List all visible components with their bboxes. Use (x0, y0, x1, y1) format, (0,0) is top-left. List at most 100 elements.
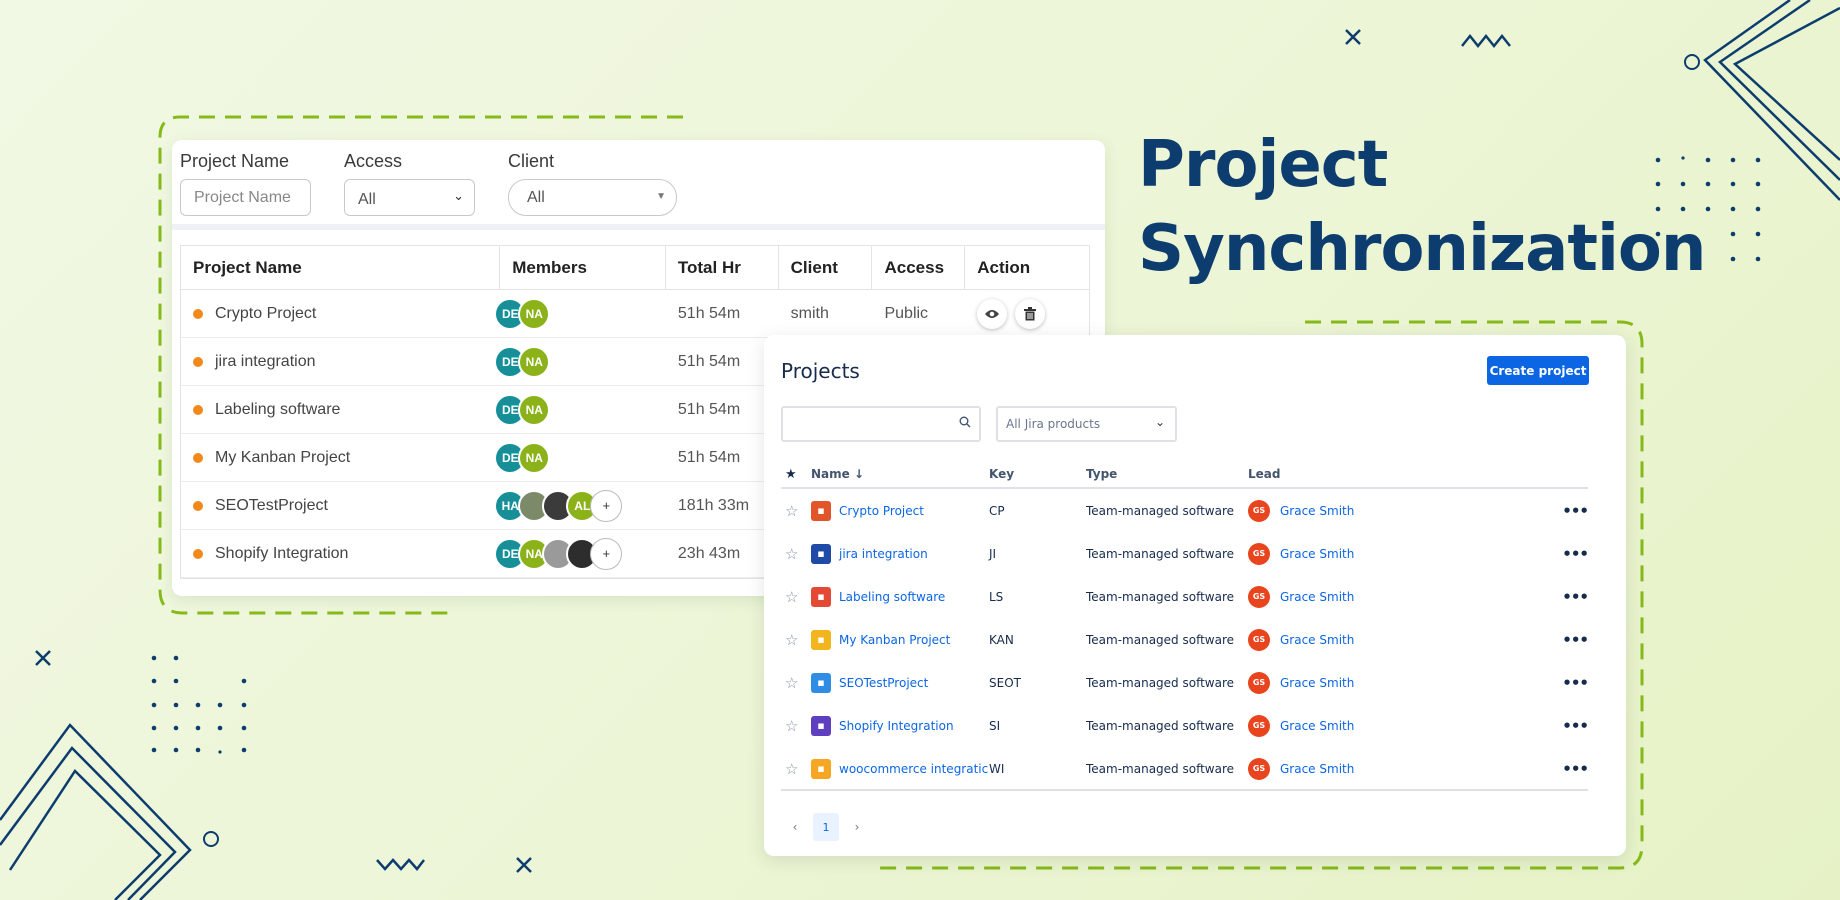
col-action: Action (977, 257, 1031, 277)
jira-project-key: KAN (989, 632, 1014, 647)
jira-project-link[interactable]: Crypto Project (839, 504, 924, 518)
more-actions-icon[interactable]: ••• (1548, 674, 1589, 692)
circle-deco-bottom (203, 831, 219, 847)
jira-project-type: Team-managed software (1086, 632, 1235, 647)
star-icon[interactable]: ☆ (781, 760, 811, 778)
lead-avatar: GS (1248, 714, 1270, 737)
jira-table-row[interactable]: ☆ ▪ woocommerce integratic WI Team-managed s… (781, 747, 1589, 790)
star-icon[interactable]: ☆ (781, 545, 811, 563)
lead-name-link[interactable]: Grace Smith (1280, 633, 1354, 647)
jira-projects-table: ★ Name ↓ Key Type Lead ☆ ▪ Crypto Project C… (781, 461, 1589, 790)
project-avatar-icon: ▪ (811, 672, 831, 693)
star-icon[interactable]: ☆ (781, 631, 811, 649)
jira-table-row[interactable]: ☆ ▪ Crypto Project CP Team-managed software G… (781, 489, 1589, 532)
prev-page-icon[interactable]: ‹ (782, 813, 808, 841)
more-members-button[interactable]: + (590, 489, 623, 522)
star-icon[interactable]: ☆ (781, 588, 811, 606)
project-avatar-icon: ▪ (811, 629, 831, 650)
jira-project-name-cell: ▪ Crypto Project (811, 500, 989, 521)
jira-project-link[interactable]: Labeling software (839, 590, 945, 604)
status-dot-icon (193, 404, 203, 415)
more-members-button[interactable]: + (590, 537, 623, 570)
jira-col-type[interactable]: Type (1086, 467, 1248, 481)
lead-name-link[interactable]: Grace Smith (1280, 590, 1354, 604)
jira-col-lead[interactable]: Lead (1248, 467, 1548, 481)
client-select-value: All (527, 189, 545, 206)
total-hours: 51h 54m (677, 352, 741, 370)
lead-avatar: GS (1248, 499, 1270, 522)
status-dot-icon (193, 356, 203, 367)
star-icon[interactable]: ☆ (781, 502, 811, 520)
member-avatars: DE NA (494, 441, 551, 474)
lead-avatar: GS (1248, 542, 1270, 565)
star-icon[interactable]: ☆ (781, 717, 811, 735)
access-select[interactable]: All ⌄ (344, 179, 475, 216)
project-name[interactable]: Shopify Integration (215, 545, 348, 563)
trash-icon[interactable] (1015, 298, 1046, 329)
jira-project-link[interactable]: My Kanban Project (839, 633, 950, 647)
project-table-header: Project Name Members Total Hr Client Acc… (181, 246, 1089, 290)
lead-name-link[interactable]: Grace Smith (1280, 676, 1354, 690)
jira-project-type: Team-managed software (1086, 675, 1235, 690)
page-number-current[interactable]: 1 (813, 813, 839, 841)
col-total-hr: Total Hr (666, 246, 779, 289)
status-dot-icon (193, 548, 203, 559)
avatar: NA (518, 393, 551, 426)
jira-project-link[interactable]: woocommerce integratic (839, 762, 988, 776)
project-name[interactable]: jira integration (215, 353, 316, 371)
create-project-button[interactable]: Create project (1487, 356, 1589, 385)
jira-page-title: Projects (781, 359, 860, 383)
project-name-cell: jira integration (181, 338, 500, 385)
access-level: Public (884, 304, 929, 322)
members-cell: HA AL + (494, 482, 666, 529)
jira-col-name[interactable]: Name ↓ (811, 467, 989, 481)
lead-name-link[interactable]: Grace Smith (1280, 762, 1354, 776)
project-avatar-icon: ▪ (811, 715, 831, 736)
project-name[interactable]: Crypto Project (215, 305, 316, 323)
jira-project-name-cell: ▪ woocommerce integratic (811, 758, 989, 779)
table-row[interactable]: Crypto Project DE NA 51h 54m smith Public (181, 290, 1089, 338)
client-select[interactable]: All ▼ (508, 179, 677, 216)
col-project-name: Project Name (181, 246, 501, 289)
total-hours: 51h 54m (677, 400, 741, 418)
jira-table-row[interactable]: ☆ ▪ Shopify Integration SI Team-managed soft… (781, 704, 1589, 747)
more-actions-icon[interactable]: ••• (1548, 545, 1589, 563)
chevron-down-icon: ⌄ (453, 188, 464, 203)
jira-project-link[interactable]: jira integration (839, 547, 928, 561)
jira-search-input[interactable] (781, 406, 981, 442)
member-avatars: DE NA + (494, 537, 623, 570)
avatar: NA (518, 345, 551, 378)
project-name-input[interactable]: Project Name (180, 179, 311, 216)
jira-project-link[interactable]: SEOTestProject (839, 676, 928, 690)
project-name[interactable]: Labeling software (215, 401, 340, 419)
jira-project-key: SEOT (989, 675, 1021, 690)
more-actions-icon[interactable]: ••• (1548, 631, 1589, 649)
jira-table-row[interactable]: ☆ ▪ jira integration JI Team-managed softwar… (781, 532, 1589, 575)
jira-project-link[interactable]: Shopify Integration (839, 719, 954, 733)
project-avatar-icon: ▪ (811, 586, 831, 607)
more-actions-icon[interactable]: ••• (1548, 717, 1589, 735)
pagination: ‹ 1 › (782, 813, 870, 841)
status-dot-icon (193, 500, 203, 511)
project-name[interactable]: SEOTestProject (215, 497, 328, 515)
diamond-lines-bottom-left (0, 723, 192, 900)
more-actions-icon[interactable]: ••• (1548, 588, 1589, 606)
more-actions-icon[interactable]: ••• (1548, 760, 1589, 778)
dot-grid-bottom-left (151, 655, 247, 754)
star-icon[interactable]: ☆ (781, 674, 811, 692)
members-cell: DE NA + (494, 530, 666, 577)
more-actions-icon[interactable]: ••• (1548, 502, 1589, 520)
jira-table-row[interactable]: ☆ ▪ SEOTestProject SEOT Team-managed softwar… (781, 661, 1589, 704)
jira-table-row[interactable]: ☆ ▪ Labeling software LS Team-managed softwa… (781, 575, 1589, 618)
lead-name-link[interactable]: Grace Smith (1280, 719, 1354, 733)
jira-table-row[interactable]: ☆ ▪ My Kanban Project KAN Team-managed softw… (781, 618, 1589, 661)
jira-products-filter[interactable]: All Jira products ⌄ (996, 406, 1177, 442)
eye-icon[interactable] (977, 298, 1008, 329)
access-filter-label: Access (344, 151, 403, 171)
next-page-icon[interactable]: › (844, 813, 870, 841)
lead-name-link[interactable]: Grace Smith (1280, 504, 1354, 518)
client-name: smith (790, 304, 829, 322)
jira-col-key[interactable]: Key (989, 467, 1086, 481)
lead-name-link[interactable]: Grace Smith (1280, 547, 1354, 561)
project-name[interactable]: My Kanban Project (215, 449, 350, 467)
